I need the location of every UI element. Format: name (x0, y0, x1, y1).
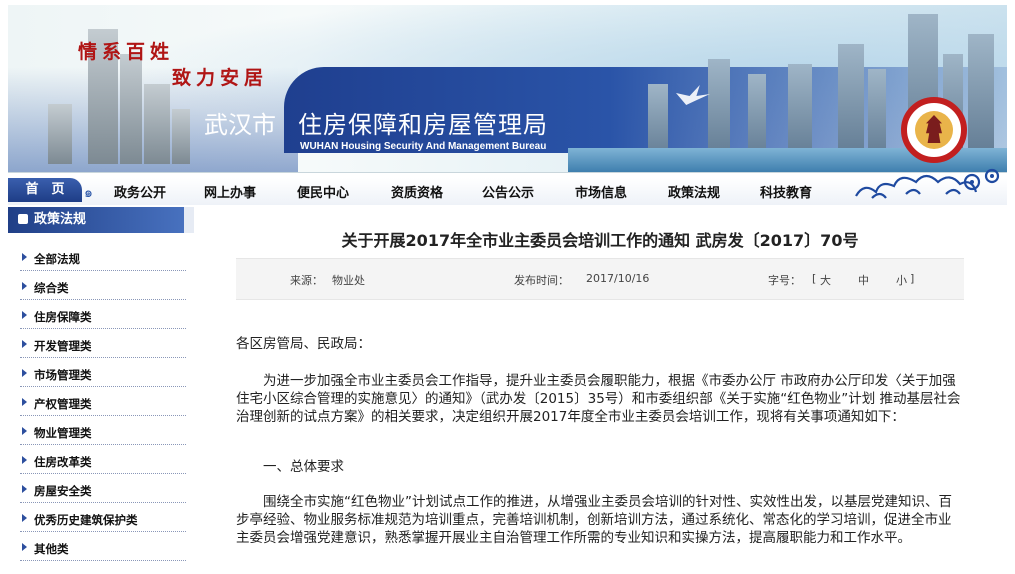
sidebar-item-label: 物业管理类 (34, 426, 92, 440)
sidebar-header: 政策法规 (8, 207, 194, 233)
swirl-icon: ๑ (84, 185, 93, 201)
auspicious-cloud-icon (855, 168, 1000, 199)
sidebar-item-market[interactable]: 市场管理类 (8, 361, 194, 390)
nav-home[interactable]: 首 页 (8, 178, 82, 202)
nav-item-announcements[interactable]: 公告公示 (482, 182, 534, 201)
city-name: 武汉市 (204, 111, 276, 139)
triangle-right-icon (22, 514, 27, 522)
article-container: 关于开展2017年全市业主委员会培训工作的通知 武房发〔2017〕70号 来源：… (236, 207, 966, 574)
sidebar-item-development[interactable]: 开发管理类 (8, 332, 194, 361)
triangle-right-icon (22, 311, 27, 319)
sidebar-item-label: 市场管理类 (34, 368, 92, 382)
site-banner: 情系百姓 致力安居 武汉市 住房保障和房屋管理局 WUHAN Housing S… (8, 5, 1007, 173)
banner-building (968, 34, 994, 164)
sidebar-item-other[interactable]: 其他类 (8, 535, 194, 564)
triangle-right-icon (22, 398, 27, 406)
sidebar-item-housing-safety[interactable]: 房屋安全类 (8, 477, 194, 506)
sidebar-item-label: 综合类 (34, 281, 69, 295)
slogan-line-1: 情系百姓 (78, 41, 175, 63)
bureau-name-english: WUHAN Housing Security And Management Bu… (300, 141, 547, 152)
triangle-right-icon (22, 485, 27, 493)
font-size-medium-button[interactable]: 中 (858, 272, 869, 288)
yellow-crane-tower-emblem-icon (901, 97, 967, 163)
sidebar: 政策法规 全部法规 综合类 住房保障类 开发管理类 市场管理类 产权管理类 物业… (8, 207, 194, 574)
font-size-label: 字号： (768, 274, 801, 287)
nav-item-science-education[interactable]: 科技教育 (760, 182, 812, 201)
publish-date-label: 发布时间： (514, 274, 569, 287)
sidebar-item-label: 房屋安全类 (34, 484, 92, 498)
banner-building (172, 109, 190, 164)
nav-item-online-services[interactable]: 网上办事 (204, 182, 256, 201)
sidebar-menu: 全部法规 综合类 住房保障类 开发管理类 市场管理类 产权管理类 物业管理类 住… (8, 245, 194, 564)
sidebar-item-all-regulations[interactable]: 全部法规 (8, 245, 194, 274)
nav-item-policies[interactable]: 政策法规 (668, 182, 720, 201)
sidebar-item-label: 其他类 (34, 542, 69, 556)
sidebar-item-historic-buildings[interactable]: 优秀历史建筑保护类 (8, 506, 194, 535)
sidebar-item-housing-security[interactable]: 住房保障类 (8, 303, 194, 332)
triangle-right-icon (22, 543, 27, 551)
sidebar-item-label: 优秀历史建筑保护类 (34, 513, 138, 527)
nav-item-market-info[interactable]: 市场信息 (575, 182, 627, 201)
font-size-bracket-open: [ (812, 272, 817, 285)
banner-building (838, 44, 864, 164)
main-nav: 首 页 ๑ 政务公开 网上办事 便民中心 资质资格 公告公示 市场信息 政策法规… (8, 168, 1007, 205)
sidebar-title: 政策法规 (34, 212, 87, 227)
font-size-small-button[interactable]: 小 (896, 272, 907, 288)
triangle-right-icon (22, 427, 27, 435)
font-size-large-button[interactable]: 大 (820, 272, 831, 288)
banner-building (48, 104, 72, 164)
article-title: 关于开展2017年全市业主委员会培训工作的通知 武房发〔2017〕70号 (341, 231, 859, 250)
article-paragraph: 围绕全市实施“红色物业”计划试点工作的推进，从增强业主委员会培训的针对性、实效性… (236, 494, 952, 546)
triangle-right-icon (22, 340, 27, 348)
sidebar-item-comprehensive[interactable]: 综合类 (8, 274, 194, 303)
sidebar-item-housing-reform[interactable]: 住房改革类 (8, 448, 194, 477)
nav-item-qualifications[interactable]: 资质资格 (391, 182, 443, 201)
banner-building (144, 84, 170, 164)
square-bullet-icon (18, 214, 28, 224)
nav-item-government-affairs[interactable]: 政务公开 (114, 182, 166, 201)
source-value[interactable]: 物业处 (332, 272, 365, 288)
bureau-name: 住房保障和房屋管理局 (298, 111, 548, 139)
sidebar-item-label: 住房保障类 (34, 310, 92, 324)
banner-building (120, 54, 142, 164)
nav-item-convenience-center[interactable]: 便民中心 (297, 182, 349, 201)
slogan-line-2: 致力安居 (172, 67, 269, 89)
triangle-right-icon (22, 253, 27, 261)
sidebar-item-label: 住房改革类 (34, 455, 92, 469)
article-salutation: 各区房管局、民政局： (236, 336, 371, 352)
triangle-right-icon (22, 456, 27, 464)
sidebar-item-label: 产权管理类 (34, 397, 92, 411)
sidebar-item-label: 开发管理类 (34, 339, 92, 353)
triangle-right-icon (22, 282, 27, 290)
article-paragraph: 为进一步加强全市业主委员会工作指导，提升业主委员会履职能力，根据《市委办公厅 市… (236, 373, 961, 425)
source-label: 来源： (290, 274, 323, 287)
article-meta-bar: 来源： 物业处 发布时间： 2017/10/16 字号： [ 大 中 小 ] (236, 258, 964, 300)
sidebar-item-property-rights[interactable]: 产权管理类 (8, 390, 194, 419)
article-section-heading: 一、总体要求 (263, 459, 344, 475)
sidebar-item-property-management[interactable]: 物业管理类 (8, 419, 194, 448)
publish-date-value: 2017/10/16 (586, 272, 650, 285)
font-size-bracket-close: ] (910, 272, 915, 285)
triangle-right-icon (22, 369, 27, 377)
sidebar-item-label: 全部法规 (34, 252, 80, 266)
